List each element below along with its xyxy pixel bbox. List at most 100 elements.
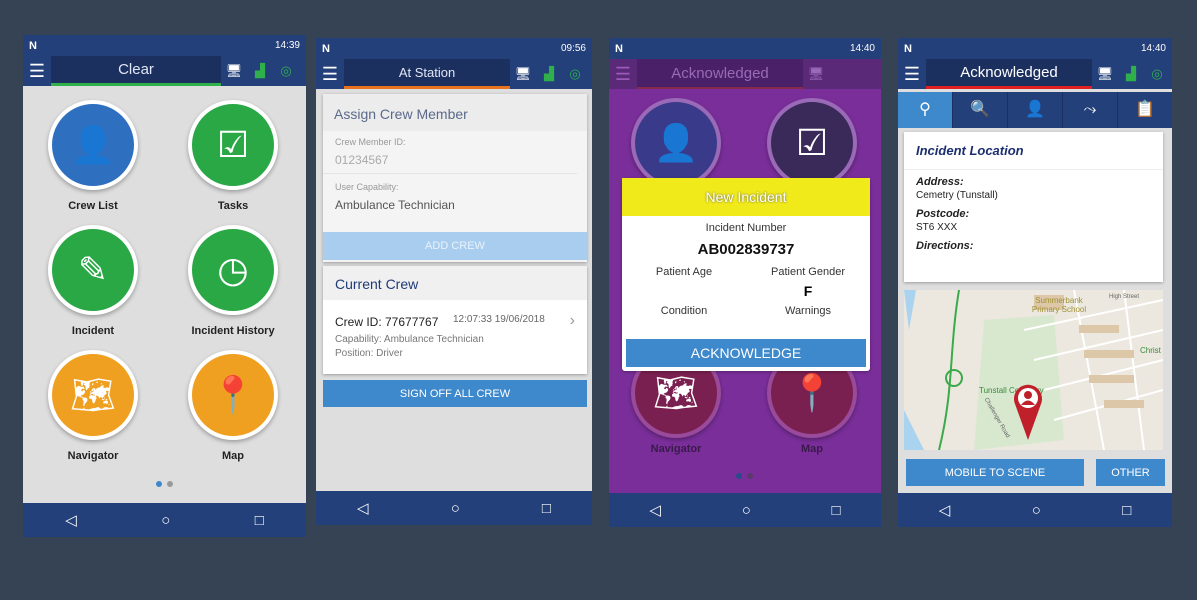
tab-patient-card-icon[interactable]: 👤 — [1007, 92, 1062, 128]
crew-list-tile[interactable]: 👤 — [48, 100, 138, 190]
android-nav-bar: ◁ ○ □ — [316, 491, 592, 525]
status-time: 14:40 — [849, 43, 875, 54]
home-icon[interactable]: ○ — [451, 500, 460, 517]
incident-history-tile[interactable]: ◷ — [188, 225, 278, 315]
monitor-icon[interactable]: 🖥 — [1092, 66, 1118, 82]
phone-incident-location-screen: N 14:40 ☰ Acknowledged 🖥 ▟ ◎ ⚲ 🔍 👤 ⤳ 📋 Inci… — [898, 38, 1172, 527]
postcode-value: ST6 XXX — [916, 222, 958, 233]
notification-icon: N — [615, 42, 623, 55]
crew-id: Crew ID: 77677767 — [335, 315, 439, 329]
signal-icon: ▟ — [255, 63, 265, 78]
status-time: 09:56 — [560, 43, 586, 54]
app-bar: ☰ Acknowledged 🖥 ▟ ◎ — [898, 59, 1172, 89]
menu-icon[interactable]: ☰ — [23, 61, 51, 82]
monitor-icon[interactable]: 🖥 — [221, 63, 247, 79]
gps-icon: ◎ — [1151, 66, 1163, 81]
add-crew-button[interactable]: ADD CREW — [323, 232, 587, 260]
app-bar: ☰ Acknowledged 🖥 — [609, 59, 881, 89]
monitor-icon[interactable]: 🖥 — [803, 66, 829, 82]
notification-icon: N — [322, 42, 330, 55]
android-nav-bar: ◁ ○ □ — [609, 493, 881, 527]
recents-icon[interactable]: □ — [255, 512, 264, 529]
back-icon[interactable]: ◁ — [649, 501, 661, 519]
recents-icon[interactable]: □ — [1122, 502, 1131, 519]
chevron-right-icon: › — [569, 312, 575, 329]
page-dot[interactable] — [167, 481, 173, 487]
patient-gender-label: Patient Gender — [771, 266, 845, 278]
dialog-title: New Incident — [622, 178, 870, 216]
recents-icon[interactable]: □ — [832, 502, 841, 519]
capability-select[interactable]: Ambulance Technician — [323, 192, 587, 218]
incident-location-pin-icon[interactable] — [1013, 382, 1043, 442]
home-icon[interactable]: ○ — [742, 502, 751, 519]
home-icon[interactable]: ○ — [1032, 502, 1041, 519]
navigator-label: Navigator — [650, 443, 702, 455]
gps-icon: ◎ — [280, 63, 292, 78]
map-label-church: Christ C — [1140, 346, 1163, 355]
tab-location-pin-icon[interactable]: ⚲ — [898, 92, 952, 128]
app-bar: ☰ At Station 🖥 ▟ ◎ — [316, 59, 592, 89]
map-label-street: High Street — [1109, 294, 1140, 300]
other-button[interactable]: OTHER — [1096, 459, 1165, 486]
tasks-label: Tasks — [217, 200, 249, 212]
acknowledge-button[interactable]: ACKNOWLEDGE — [626, 339, 866, 367]
condition-label: Condition — [660, 305, 708, 317]
mobile-to-scene-button[interactable]: MOBILE TO SCENE — [906, 459, 1084, 486]
current-crew-card: Current Crew Crew ID: 77677767 12:07:33 … — [323, 266, 587, 374]
page-dot — [747, 473, 753, 479]
map-label: Map — [222, 450, 244, 462]
menu-icon[interactable]: ☰ — [609, 64, 637, 85]
status-tab[interactable]: Acknowledged — [926, 59, 1092, 89]
tab-route-icon[interactable]: ⤳ — [1062, 92, 1117, 128]
back-icon[interactable]: ◁ — [65, 511, 77, 529]
app-bar: ☰ Clear 🖥 ▟ ◎ — [23, 56, 306, 86]
page-dot-active[interactable] — [156, 481, 162, 487]
page-dot-active — [736, 473, 742, 479]
tasks-tile: ☑ — [767, 98, 857, 188]
address-value: Cemetry (Tunstall) — [916, 190, 998, 201]
capability-label: User Capability: — [335, 182, 399, 192]
menu-icon[interactable]: ☰ — [898, 64, 926, 85]
patient-age-label: Patient Age — [655, 266, 713, 278]
directions-label: Directions: — [916, 240, 974, 252]
recents-icon[interactable]: □ — [542, 500, 551, 517]
map-tile[interactable]: 📍 — [188, 350, 278, 440]
phone-crew-screen: N 09:56 ☰ At Station 🖥 ▟ ◎ Assign Crew Memb… — [316, 38, 592, 525]
crew-list-tile: 👤 — [631, 98, 721, 188]
map-label-school: Summerbank Primary School — [1031, 296, 1087, 314]
incident-tabs: ⚲ 🔍 👤 ⤳ 📋 — [898, 92, 1172, 128]
status-tab[interactable]: Acknowledged — [637, 59, 803, 89]
gps-icon: ◎ — [569, 66, 581, 81]
home-icon[interactable]: ○ — [161, 512, 170, 529]
crew-capability: Capability: Ambulance Technician — [335, 334, 484, 345]
notification-icon: N — [904, 42, 912, 55]
back-icon[interactable]: ◁ — [939, 501, 951, 519]
crew-list-item[interactable]: Crew ID: 77677767 12:07:33 19/06/2018 › … — [323, 300, 587, 359]
status-tab[interactable]: Clear — [51, 56, 221, 86]
status-time: 14:39 — [274, 40, 300, 51]
tab-patient-search-icon[interactable]: 🔍 — [952, 92, 1007, 128]
incident-history-label: Incident History — [191, 325, 275, 337]
assign-crew-title: Assign Crew Member — [323, 94, 587, 131]
status-time: 14:40 — [1140, 43, 1166, 54]
menu-icon[interactable]: ☰ — [316, 64, 344, 85]
crew-id-input[interactable]: 01234567 — [323, 147, 577, 174]
patient-age — [622, 283, 746, 301]
incident-location-title: Incident Location — [904, 132, 1163, 170]
status-bar: N 14:40 — [609, 38, 881, 59]
monitor-icon[interactable]: 🖥 — [510, 66, 536, 82]
navigator-tile[interactable]: 🗺 — [48, 350, 138, 440]
status-tab[interactable]: At Station — [344, 59, 510, 89]
crew-list-label: Crew List — [68, 200, 118, 212]
incident-tile[interactable]: ✎ — [48, 225, 138, 315]
status-bar: N 14:40 — [898, 38, 1172, 59]
tasks-tile[interactable]: ☑ — [188, 100, 278, 190]
incident-map[interactable]: Summerbank Primary School High Street Ch… — [904, 290, 1163, 450]
android-nav-bar: ◁ ○ □ — [898, 493, 1172, 527]
tab-clipboard-icon[interactable]: 📋 — [1117, 92, 1172, 128]
sign-off-all-crew-button[interactable]: SIGN OFF ALL CREW — [323, 380, 587, 407]
crew-timestamp: 12:07:33 19/06/2018 — [453, 314, 545, 325]
back-icon[interactable]: ◁ — [357, 499, 369, 517]
incident-number: AB002839737 — [697, 241, 795, 258]
signal-icon: ▟ — [544, 66, 554, 81]
